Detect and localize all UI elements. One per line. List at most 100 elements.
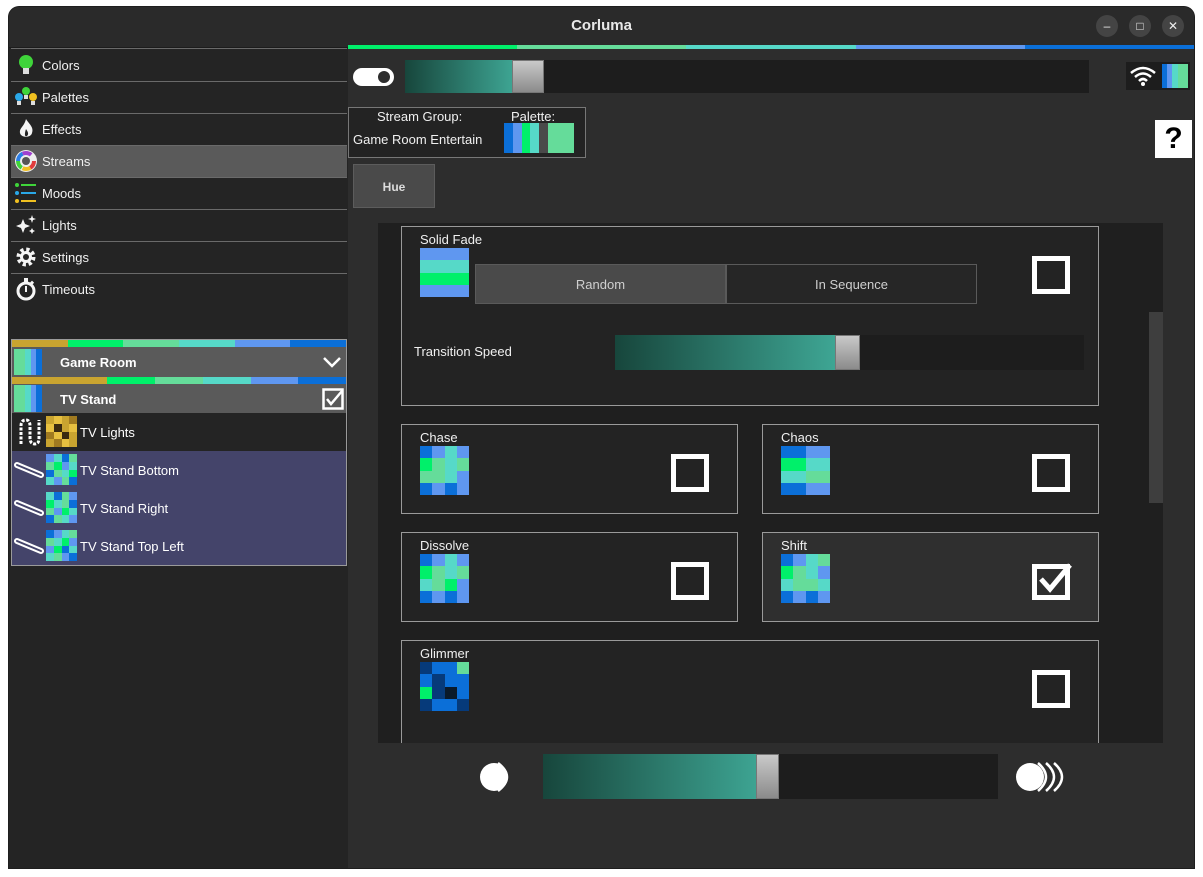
title-bar: Corluma – □ ✕ [9,7,1194,48]
routine-checkbox[interactable] [1032,454,1070,492]
light-palette-thumb [46,454,77,485]
routine-palette [781,446,830,495]
option-in-sequence-button[interactable]: In Sequence [726,264,977,304]
routine-checkbox[interactable] [671,454,709,492]
sidebar: Colors Palettes Effects Streams Moods Li… [9,48,348,868]
routine-name: Shift [781,538,808,553]
nav-label: Streams [42,154,91,169]
option-random-button[interactable]: Random [475,264,726,304]
nav-label: Lights [42,218,77,233]
nav-item-colors[interactable]: Colors [11,50,347,82]
light-name: TV Stand Right [80,501,169,516]
light-row[interactable]: TV Stand Right [12,489,346,527]
app-window: Corluma – □ ✕ Colors Palettes Effects St… [9,7,1194,868]
speed-slider[interactable] [543,754,998,799]
light-strip-icon [19,418,41,446]
nav-label: Effects [42,122,82,137]
nav-item-settings[interactable]: Settings [11,242,347,274]
multi-bulb-icon [15,87,37,105]
routine-card-solid-fade[interactable]: Solid Fade Random In Sequence Transition… [401,226,1099,406]
chevron-down-icon[interactable] [322,355,342,369]
routine-name: Dissolve [420,538,470,553]
nav-label: Timeouts [42,282,95,297]
help-button[interactable]: ? [1155,120,1192,158]
wifi-icon [1130,66,1156,86]
nav-label: Settings [42,250,89,265]
gear-icon [16,247,36,267]
stream-palette-swatch [504,123,574,153]
routine-card-shift[interactable]: Shift [762,532,1099,622]
routine-checkbox[interactable] [1032,256,1070,294]
speed-fill [543,754,767,799]
subgroup-name: TV Stand [60,392,117,407]
slow-speed-icon[interactable] [478,761,520,793]
close-button[interactable]: ✕ [1162,15,1184,37]
group-name: Game Room [60,355,137,370]
light-tree: Game Room TV Stand TV Lights TV Stand Bo… [11,339,347,566]
minimize-button[interactable]: – [1096,15,1118,37]
light-bar-icon [14,538,44,554]
routine-name: Chase [420,430,458,445]
nav-label: Moods [42,186,82,201]
panel-scrollbar[interactable] [1149,312,1163,503]
power-toggle[interactable] [353,68,394,86]
nav-label: Colors [42,58,80,73]
transition-speed-slider[interactable] [615,335,1084,370]
stream-info: Stream Group: Palette: Game Room Enterta… [348,107,586,158]
nav-item-moods[interactable]: Moods [11,178,347,210]
group-palette-swatch [14,349,42,375]
nav-item-streams[interactable]: Streams [11,146,347,178]
routines-panel: Solid Fade Random In Sequence Transition… [378,223,1163,743]
routine-palette [420,554,469,603]
light-palette-thumb [46,416,77,447]
brightness-slider[interactable] [405,60,1089,93]
flame-icon [19,119,33,137]
palette-label: Palette: [511,109,556,124]
status-palette-swatch [1162,64,1189,88]
bulb-icon [19,55,33,74]
routine-checkbox[interactable] [671,562,709,600]
light-palette-thumb [46,492,77,523]
routine-card-chase[interactable]: Chase [401,424,738,514]
subgroup-row-tv-stand[interactable]: TV Stand [12,384,346,413]
subgroup-color-strip [12,377,347,384]
subgroup-checkbox[interactable] [322,388,344,410]
maximize-button[interactable]: □ [1129,15,1151,37]
group-row-game-room[interactable]: Game Room [12,347,346,377]
light-bar-icon [14,500,44,516]
hue-button[interactable]: Hue [353,164,435,208]
timer-icon [16,278,36,301]
light-bar-icon [14,462,44,478]
routine-checkbox-checked[interactable] [1032,562,1074,600]
speed-handle[interactable] [756,754,779,799]
list-icon [15,183,36,203]
light-row[interactable]: TV Stand Top Left [12,527,346,565]
nav-item-effects[interactable]: Effects [11,114,347,146]
sparkle-icon [16,215,36,234]
routine-card-dissolve[interactable]: Dissolve [401,532,738,622]
subgroup-palette-swatch [14,385,42,412]
routine-palette [420,446,469,495]
sidebar-divider [11,48,347,49]
transition-speed-label: Transition Speed [414,344,512,359]
light-palette-thumb [46,530,77,561]
routine-palette [781,554,830,603]
light-name: TV Lights [80,425,135,440]
light-name: TV Stand Bottom [80,463,179,478]
routine-name: Chaos [781,430,819,445]
routine-checkbox[interactable] [1032,670,1070,708]
palette-top-bar [348,45,1194,49]
fast-speed-icon[interactable] [1014,761,1070,793]
routine-palette [420,248,469,297]
brightness-handle[interactable] [512,60,544,93]
nav-item-palettes[interactable]: Palettes [11,82,347,114]
light-row[interactable]: TV Lights [12,413,346,451]
light-name: TV Stand Top Left [80,539,184,554]
color-wheel-icon [15,150,37,172]
routine-card-glimmer[interactable]: Glimmer [401,640,1099,743]
transition-speed-handle[interactable] [835,335,860,370]
nav-item-lights[interactable]: Lights [11,210,347,242]
nav-item-timeouts[interactable]: Timeouts [11,274,347,305]
light-row[interactable]: TV Stand Bottom [12,451,346,489]
routine-card-chaos[interactable]: Chaos [762,424,1099,514]
